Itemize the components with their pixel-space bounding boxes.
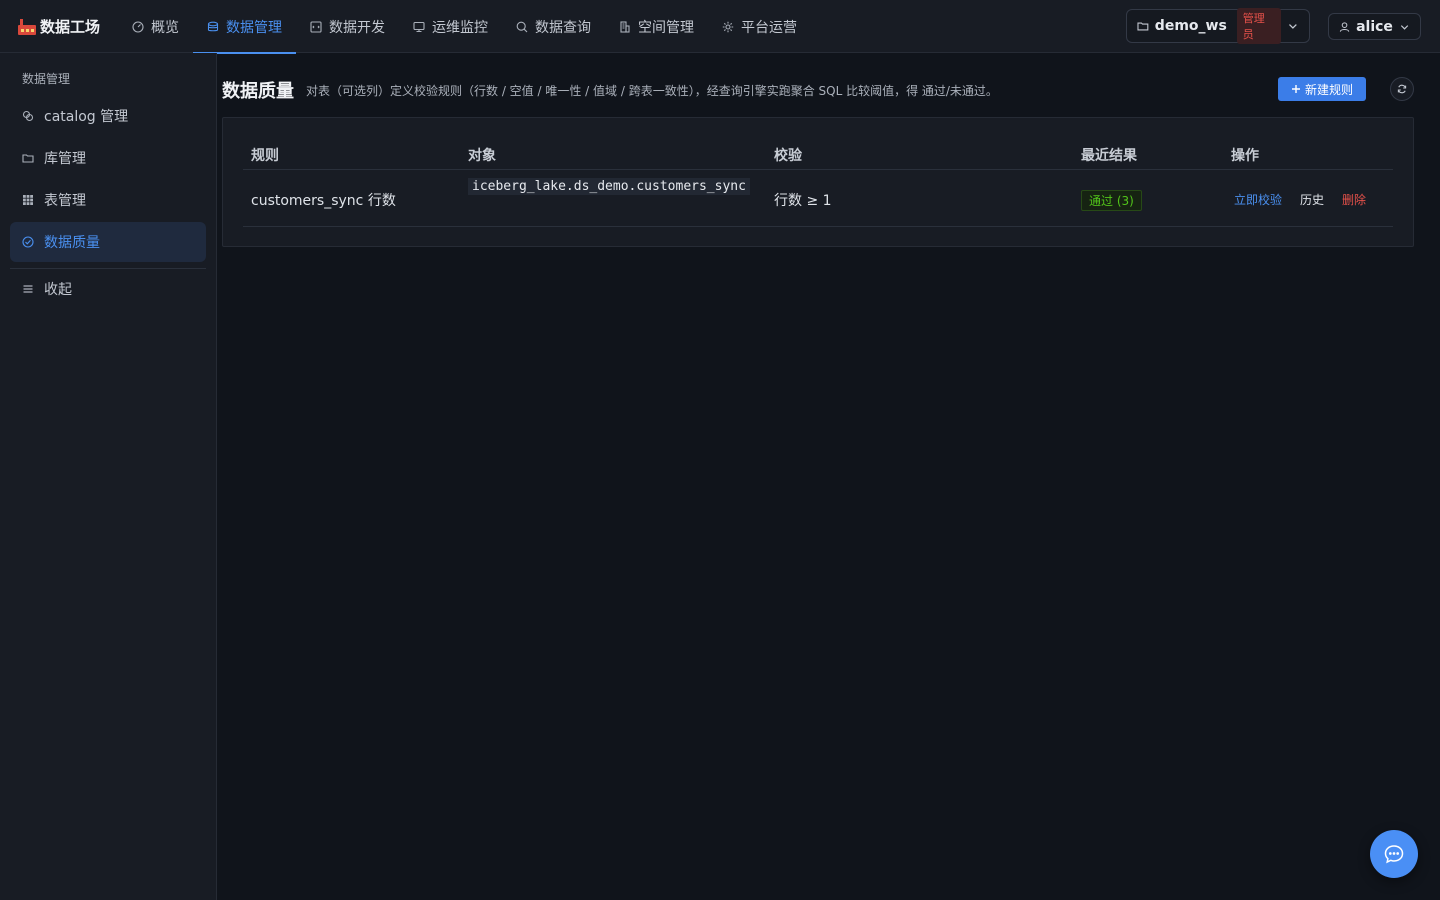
sidebar-item-catalog[interactable]: catalog 管理 [10,96,206,136]
sidebar-item-label: 库管理 [44,151,86,167]
table-icon [23,195,33,205]
gear-icon [722,21,734,33]
history-link[interactable]: 历史 [1300,191,1324,208]
menu-fold-icon [23,285,33,293]
column-header-last-result: 最近结果 [1081,148,1137,164]
nav-item-label: 数据查询 [535,19,591,36]
nav-item-label: 数据管理 [226,19,282,36]
refresh-icon [1397,84,1407,94]
brand[interactable]: 数据工场 [18,0,100,53]
chat-button[interactable] [1370,830,1418,878]
user-icon [1339,21,1350,32]
brand-title: 数据工场 [40,18,101,36]
delete-link[interactable]: 删除 [1342,191,1366,208]
folder-icon [1137,22,1149,31]
sidebar: 数据管理 catalog 管理 库管理 表管理 数据质量 收起 [0,53,217,900]
nav-item-data-development[interactable]: 数据开发 [296,0,399,53]
new-rule-label: 新建规则 [1304,82,1353,97]
nav-item-data-query[interactable]: 数据查询 [502,0,605,53]
sidebar-item-table[interactable]: 表管理 [10,180,206,220]
sidebar-item-label: 表管理 [44,193,86,209]
chevron-down-icon [1289,24,1298,29]
top-bar: 数据工场 概览 数据管理 数据开发 运维监控 数据查询 空间管理 平台运营 de… [0,0,1440,54]
nav-item-label: 空间管理 [638,19,694,36]
chat-icon [1384,845,1404,864]
code-icon [310,20,322,33]
nav-item-ops-monitor[interactable]: 运维监控 [399,0,502,53]
run-now-link[interactable]: 立即校验 [1234,191,1282,208]
column-header-check: 校验 [774,148,802,164]
column-header-actions: 操作 [1231,148,1259,164]
refresh-button[interactable] [1390,77,1414,101]
plus-icon [1291,85,1300,93]
result-pass-badge: 通过 (3) [1081,190,1142,211]
page-title: 数据质量 [222,81,294,102]
sidebar-collapse-button[interactable]: 收起 [10,269,206,309]
role-badge: 管理员 [1236,8,1282,44]
sidebar-item-database[interactable]: 库管理 [10,138,206,178]
search-icon [516,21,528,33]
sidebar-item-label: catalog 管理 [44,109,129,125]
workspace-name: demo_ws [1154,18,1227,34]
sidebar-title: 数据管理 [22,72,71,86]
user-menu[interactable]: alice [1328,13,1421,40]
table-header: 规则 对象 校验 最近结果 操作 [243,144,1393,170]
nav-item-overview[interactable]: 概览 [118,0,193,53]
new-rule-button[interactable]: 新建规则 [1278,77,1366,101]
rule-object-code: iceberg_lake.ds_demo.customers_sync [468,178,750,195]
user-name: alice [1356,18,1393,35]
folder-icon [22,154,34,163]
database-icon [207,21,219,33]
nav-item-space-management[interactable]: 空间管理 [605,0,708,53]
check-circle-icon [22,236,34,248]
nav-item-data-management[interactable]: 数据管理 [193,0,296,54]
workspace-switcher[interactable]: demo_ws 管理员 [1126,8,1310,44]
collapse-label: 收起 [44,282,72,298]
factory-logo-icon [18,18,36,35]
nav-item-platform-ops[interactable]: 平台运营 [708,0,811,53]
page-description: 对表（可选列）定义校验规则（行数 / 空值 / 唯一性 / 值域 / 跨表一致性… [306,84,998,98]
table-row: customers_sync 行数 iceberg_lake.ds_demo.c… [243,171,1393,227]
column-header-object: 对象 [468,148,496,164]
nav-item-label: 平台运营 [741,19,797,36]
rule-check: 行数 ≥ 1 [774,193,832,209]
chevron-down-icon [1400,24,1409,30]
rule-name: customers_sync 行数 [251,193,396,209]
sidebar-item-data-quality[interactable]: 数据质量 [10,222,206,262]
nav-item-label: 运维监控 [432,19,488,36]
sidebar-item-label: 数据质量 [44,235,100,251]
column-header-rule: 规则 [251,148,279,164]
link-icon [22,110,34,122]
monitor-icon [413,21,425,33]
dashboard-icon [132,20,144,33]
rules-card: 规则 对象 校验 最近结果 操作 customers_sync 行数 icebe… [222,117,1414,247]
rule-object: iceberg_lake.ds_demo.customers_sync [468,175,758,199]
result-cell: 通过 (3) [1081,190,1142,211]
main-nav: 概览 数据管理 数据开发 运维监控 数据查询 空间管理 平台运营 [118,0,811,54]
nav-item-label: 数据开发 [329,19,385,36]
nav-item-label: 概览 [151,19,179,36]
building-icon [619,20,631,33]
